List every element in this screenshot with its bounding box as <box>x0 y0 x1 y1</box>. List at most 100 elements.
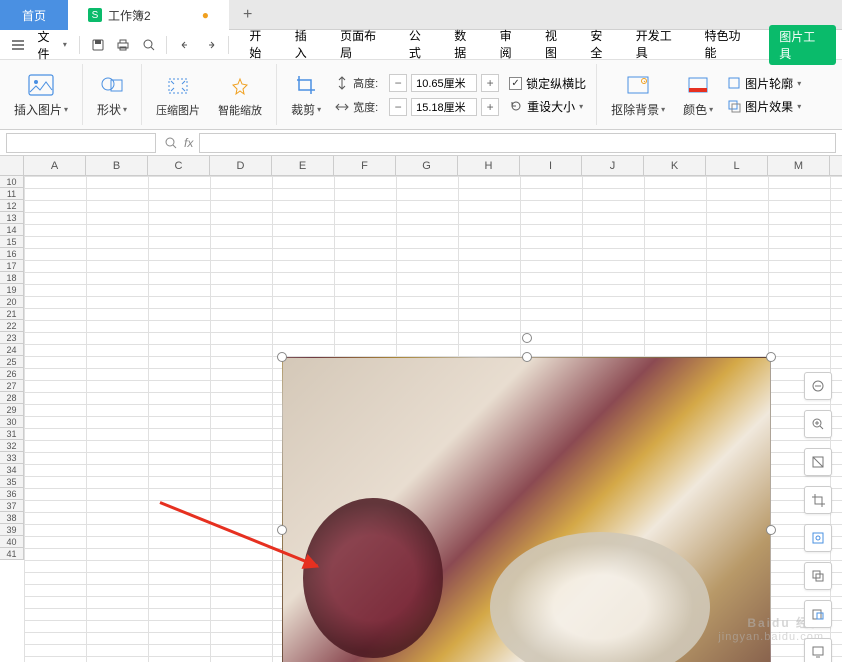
ribbon-tab-insert[interactable]: 插入 <box>291 25 322 65</box>
fx-icon[interactable]: fx <box>184 136 193 150</box>
ribbon-tab-data[interactable]: 数据 <box>450 25 481 65</box>
search-fx-icon[interactable] <box>164 136 178 150</box>
side-paste[interactable] <box>804 600 832 628</box>
row-header[interactable]: 18 <box>0 272 24 284</box>
height-input[interactable] <box>411 74 477 92</box>
width-decrease[interactable]: − <box>389 98 407 116</box>
tab-workbook[interactable]: S 工作簿2 ● <box>68 0 229 30</box>
row-header[interactable]: 23 <box>0 332 24 344</box>
height-decrease[interactable]: − <box>389 74 407 92</box>
compress-button[interactable]: 压缩图片 <box>152 70 204 120</box>
resize-handle-nw[interactable] <box>277 352 287 362</box>
row-header[interactable]: 31 <box>0 428 24 440</box>
row-header[interactable]: 10 <box>0 176 24 188</box>
side-export[interactable] <box>804 638 832 662</box>
col-header-J[interactable]: J <box>582 156 644 175</box>
row-header[interactable]: 26 <box>0 368 24 380</box>
insert-image-button[interactable]: 插入图片▾ <box>10 69 72 120</box>
row-header[interactable]: 29 <box>0 404 24 416</box>
row-header[interactable]: 11 <box>0 188 24 200</box>
row-header[interactable]: 19 <box>0 284 24 296</box>
ribbon-tab-dev[interactable]: 开发工具 <box>632 25 687 65</box>
preview-icon[interactable] <box>137 33 161 57</box>
resize-handle-e[interactable] <box>766 525 776 535</box>
col-header-B[interactable]: B <box>86 156 148 175</box>
col-header-K[interactable]: K <box>644 156 706 175</box>
row-header[interactable]: 16 <box>0 248 24 260</box>
rotate-handle[interactable] <box>522 333 532 343</box>
row-header[interactable]: 14 <box>0 224 24 236</box>
smartzoom-button[interactable]: 智能缩放 <box>214 70 266 120</box>
row-header[interactable]: 41 <box>0 548 24 560</box>
tab-home[interactable]: 首页 <box>0 0 68 30</box>
width-input[interactable] <box>411 98 477 116</box>
ribbon-tab-start[interactable]: 开始 <box>245 25 276 65</box>
col-header-C[interactable]: C <box>148 156 210 175</box>
row-header[interactable]: 15 <box>0 236 24 248</box>
row-header[interactable]: 36 <box>0 488 24 500</box>
row-header[interactable]: 17 <box>0 260 24 272</box>
row-header[interactable]: 32 <box>0 440 24 452</box>
row-header[interactable]: 27 <box>0 380 24 392</box>
effect-button[interactable]: 图片效果▾ <box>727 96 801 117</box>
ribbon-tab-formula[interactable]: 公式 <box>405 25 436 65</box>
row-header[interactable]: 38 <box>0 512 24 524</box>
redo-icon[interactable] <box>199 33 223 57</box>
shapes-button[interactable]: 形状▾ <box>93 69 131 120</box>
row-header[interactable]: 40 <box>0 536 24 548</box>
row-header[interactable]: 34 <box>0 464 24 476</box>
crop-button[interactable]: 裁剪▾ <box>287 69 325 120</box>
col-header-M[interactable]: M <box>768 156 830 175</box>
col-header-L[interactable]: L <box>706 156 768 175</box>
row-header[interactable]: 35 <box>0 476 24 488</box>
row-header[interactable]: 25 <box>0 356 24 368</box>
side-zoom-in[interactable] <box>804 410 832 438</box>
row-header[interactable]: 37 <box>0 500 24 512</box>
row-header[interactable]: 22 <box>0 320 24 332</box>
col-header-F[interactable]: F <box>334 156 396 175</box>
hamburger-icon[interactable] <box>6 33 30 57</box>
row-header[interactable]: 33 <box>0 452 24 464</box>
col-header-A[interactable]: A <box>24 156 86 175</box>
removebg-button[interactable]: 抠除背景▾ <box>607 69 669 120</box>
ribbon-tab-layout[interactable]: 页面布局 <box>336 25 391 65</box>
row-header[interactable]: 21 <box>0 308 24 320</box>
side-crop[interactable] <box>804 486 832 514</box>
lock-ratio-checkbox[interactable]: 锁定纵横比 <box>509 75 586 92</box>
col-header-E[interactable]: E <box>272 156 334 175</box>
side-zoom-out[interactable] <box>804 372 832 400</box>
selected-image[interactable] <box>282 357 771 662</box>
file-menu[interactable]: 文件▾ <box>32 28 73 62</box>
row-header[interactable]: 28 <box>0 392 24 404</box>
ribbon-tab-security[interactable]: 安全 <box>586 25 617 65</box>
side-fit[interactable] <box>804 448 832 476</box>
save-icon[interactable] <box>86 33 110 57</box>
side-snap[interactable] <box>804 524 832 552</box>
color-button[interactable]: 颜色▾ <box>679 69 717 120</box>
print-icon[interactable] <box>111 33 135 57</box>
row-header[interactable]: 20 <box>0 296 24 308</box>
reset-size-button[interactable]: 重设大小▾ <box>509 96 586 117</box>
col-header-G[interactable]: G <box>396 156 458 175</box>
ribbon-tab-feature[interactable]: 特色功能 <box>700 25 755 65</box>
resize-handle-ne[interactable] <box>766 352 776 362</box>
resize-handle-n[interactable] <box>522 352 532 362</box>
width-increase[interactable]: + <box>481 98 499 116</box>
name-box[interactable] <box>6 133 156 153</box>
row-header[interactable]: 13 <box>0 212 24 224</box>
undo-icon[interactable] <box>173 33 197 57</box>
select-all-corner[interactable] <box>0 156 24 175</box>
height-increase[interactable]: + <box>481 74 499 92</box>
formula-input[interactable] <box>199 133 836 153</box>
outline-button[interactable]: 图片轮廓▾ <box>727 73 801 94</box>
row-header[interactable]: 24 <box>0 344 24 356</box>
col-header-D[interactable]: D <box>210 156 272 175</box>
col-header-I[interactable]: I <box>520 156 582 175</box>
row-header[interactable]: 12 <box>0 200 24 212</box>
ribbon-tab-view[interactable]: 视图 <box>541 25 572 65</box>
resize-handle-w[interactable] <box>277 525 287 535</box>
ribbon-tab-picture[interactable]: 图片工具 <box>769 25 836 65</box>
col-header-H[interactable]: H <box>458 156 520 175</box>
row-header[interactable]: 30 <box>0 416 24 428</box>
tab-add[interactable]: + <box>229 0 266 30</box>
